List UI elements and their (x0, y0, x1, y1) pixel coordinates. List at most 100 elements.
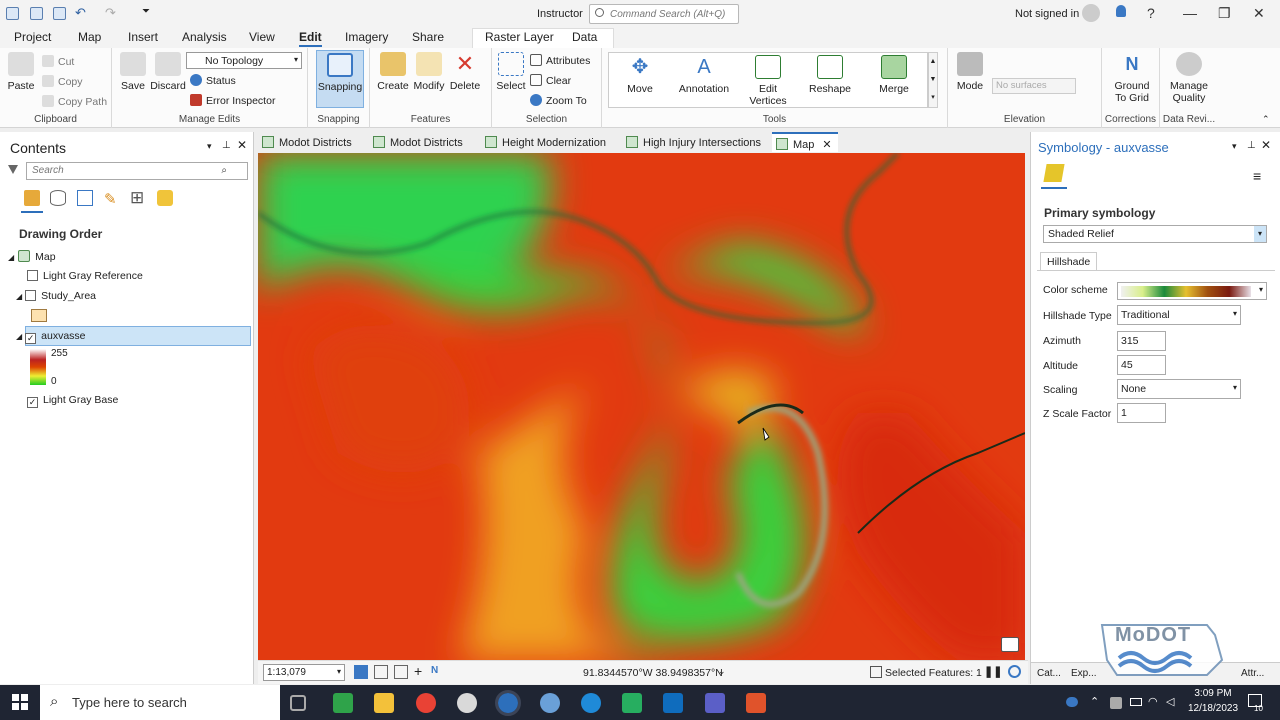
coordinate-format-dropdown[interactable]: ⌄ (718, 666, 726, 677)
tab-data[interactable]: Data (572, 30, 597, 44)
tab-raster-layer[interactable]: Raster Layer (485, 30, 554, 44)
manage-quality-button[interactable]: Manage Quality (1164, 52, 1214, 104)
tab-project[interactable]: Project (14, 30, 51, 44)
gallery-scroll[interactable]: ▲ ▼ ▾ (928, 52, 938, 108)
tab-hillshade[interactable]: Hillshade (1040, 252, 1098, 271)
edge-icon[interactable] (581, 693, 601, 713)
grid-icon[interactable] (374, 665, 388, 679)
filter-icon[interactable] (8, 165, 18, 175)
collapse-ribbon-icon[interactable]: ⌃ (1262, 114, 1270, 125)
teams-icon[interactable] (705, 693, 725, 713)
surfaces-dropdown[interactable]: No surfaces (992, 78, 1076, 94)
merge-button[interactable]: Merge (874, 55, 914, 95)
modify-button[interactable]: Modify (412, 52, 446, 92)
clock-date[interactable]: 12/18/2023 (1183, 703, 1243, 714)
visibility-checkbox[interactable] (25, 290, 37, 301)
snapping-button[interactable]: Snapping (316, 50, 364, 108)
tab-modot-districts-1[interactable]: Modot Districts (262, 136, 352, 149)
contents-search-input[interactable]: Search ⌕ (26, 162, 248, 180)
tab-map-active[interactable]: Map ✕ (772, 132, 838, 152)
tray-app-icon[interactable] (1110, 697, 1122, 709)
taskbar-search-input[interactable]: ⌕ Type here to search (40, 685, 280, 720)
altitude-input[interactable]: 45 (1117, 355, 1166, 375)
visibility-checkbox[interactable]: ✓ (25, 333, 37, 344)
error-inspector-button[interactable]: Error Inspector (190, 94, 275, 107)
recorder-icon[interactable] (746, 693, 766, 713)
cut-button[interactable]: Cut (42, 55, 74, 68)
tab-insert[interactable]: Insert (128, 30, 158, 44)
signin-status[interactable]: Not signed in (1015, 8, 1079, 20)
tab-map[interactable]: Map (78, 30, 101, 44)
camtasia-icon[interactable] (622, 693, 642, 713)
onedrive-icon[interactable] (1066, 697, 1078, 707)
arcgis-globe-icon[interactable] (495, 690, 521, 716)
delete-button[interactable]: ✕ Delete (448, 52, 482, 93)
reshape-button[interactable]: Reshape (808, 55, 852, 95)
map-canvas[interactable] (258, 153, 1025, 660)
clock-time[interactable]: 3:09 PM (1188, 688, 1238, 699)
volume-icon[interactable]: ◁ (1166, 695, 1174, 708)
annotation-button[interactable]: A Annotation (678, 55, 730, 95)
snip-icon[interactable] (457, 693, 477, 713)
copy-path-button[interactable]: Copy Path (42, 95, 107, 108)
correction-icon[interactable]: N (431, 665, 438, 676)
topology-dropdown[interactable]: No Topology ▾ (186, 52, 302, 69)
undo-icon[interactable]: ↶ (75, 5, 86, 21)
tab-explore[interactable]: Exp... (1071, 668, 1097, 679)
tab-analysis[interactable]: Analysis (182, 30, 227, 44)
color-scheme-dropdown[interactable]: ▾ (1117, 282, 1267, 300)
save-edits-button[interactable]: Save (118, 52, 148, 92)
windows-start-icon[interactable] (12, 694, 28, 710)
battery-icon[interactable] (1130, 698, 1142, 706)
pane-menu-icon[interactable]: ▾ (1232, 141, 1237, 152)
user-avatar-icon[interactable] (1082, 4, 1100, 22)
ground-to-grid-button[interactable]: N Ground To Grid (1108, 52, 1156, 104)
attributes-button[interactable]: Attributes (530, 54, 590, 67)
tab-catalog[interactable]: Cat... (1037, 668, 1061, 679)
redo-icon[interactable]: ↷ (105, 5, 116, 21)
layer-study-area[interactable]: ◢ Study_Area (16, 290, 96, 302)
layer-auxvasse[interactable]: ◢ ✓ auxvasse (16, 330, 86, 344)
azimuth-input[interactable]: 315 (1117, 331, 1166, 351)
mode-button[interactable]: Mode (954, 52, 986, 92)
layer-light-gray-base[interactable]: ✓ Light Gray Base (27, 394, 118, 408)
list-by-editing-icon[interactable]: ✎ (104, 190, 117, 208)
list-by-snapping-icon[interactable]: ⊞ (130, 188, 144, 208)
pin-icon[interactable]: ⊥ (1247, 140, 1256, 151)
tray-chevron-icon[interactable]: ⌃ (1090, 695, 1099, 708)
chrome-icon[interactable] (416, 693, 436, 713)
pin-icon[interactable]: ⊥ (222, 140, 231, 151)
scale-dropdown[interactable]: 1:13,079 ▾ (263, 664, 345, 681)
tab-share[interactable]: Share (412, 30, 444, 44)
command-search-input[interactable]: Command Search (Alt+Q) (589, 4, 739, 24)
tab-view[interactable]: View (249, 30, 275, 44)
close-icon[interactable]: ✕ (1253, 5, 1265, 22)
open-icon[interactable] (30, 7, 43, 20)
copy-button[interactable]: Copy (42, 75, 83, 88)
scaling-dropdown[interactable]: None ▾ (1117, 379, 1241, 399)
tab-height-modernization[interactable]: Height Modernization (485, 136, 606, 149)
tab-imagery[interactable]: Imagery (345, 30, 388, 44)
tab-edit[interactable]: Edit (299, 30, 322, 47)
select-button[interactable]: Select (496, 52, 526, 92)
move-button[interactable]: ✥ Move (620, 55, 660, 95)
pause-drawing-icon[interactable]: ❚❚ (984, 665, 1002, 678)
primary-symbology-dropdown[interactable]: Shaded Relief ▾ (1043, 225, 1267, 243)
file-explorer-icon[interactable] (374, 693, 394, 713)
tab-attributes[interactable]: Attr... (1241, 668, 1264, 679)
arcgis-pro-app-icon[interactable] (333, 693, 353, 713)
pane-menu-icon[interactable]: ▾ (207, 141, 212, 152)
tab-high-injury-intersections[interactable]: High Injury Intersections (626, 136, 761, 149)
customize-qat-icon[interactable]: ⏷ (142, 6, 150, 17)
maximize-icon[interactable]: ❐ (1218, 5, 1231, 22)
close-pane-icon[interactable]: ✕ (237, 138, 247, 152)
search-app-icon[interactable] (540, 693, 560, 713)
menu-icon[interactable]: ≡ (1253, 168, 1261, 184)
notification-icon[interactable] (1116, 5, 1126, 17)
zoom-to-button[interactable]: Zoom To (530, 94, 587, 107)
refresh-icon[interactable] (1008, 665, 1021, 678)
constraints-icon[interactable]: + (414, 663, 422, 679)
outlook-icon[interactable] (663, 693, 683, 713)
close-tab-icon[interactable]: ✕ (822, 139, 831, 151)
close-pane-icon[interactable]: ✕ (1261, 138, 1271, 152)
